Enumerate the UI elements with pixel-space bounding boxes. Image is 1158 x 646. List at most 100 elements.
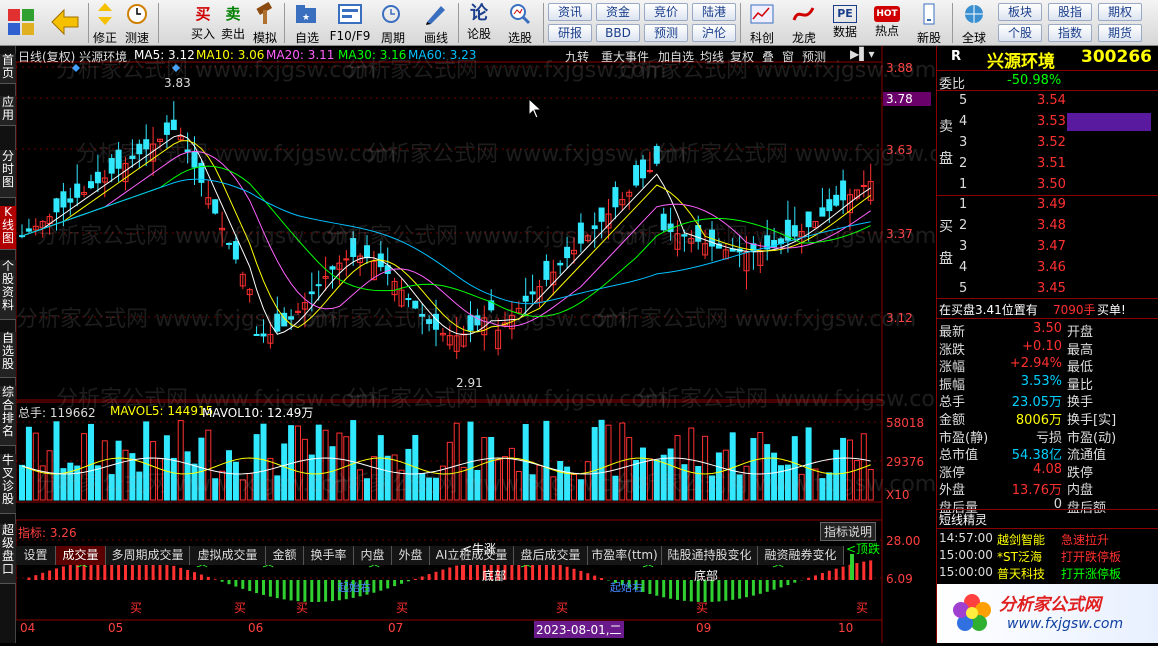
candle-body	[840, 180, 847, 201]
nav-index-futures[interactable]: 股指	[1048, 3, 1092, 21]
speed-button[interactable]: 测速	[120, 2, 154, 45]
spirit-stock-0[interactable]: 越剑智能	[997, 531, 1045, 548]
nav-hk[interactable]: 陆港	[692, 3, 736, 21]
fix-button[interactable]: 修正	[92, 2, 118, 45]
btn-forecast[interactable]: 预测	[802, 48, 826, 65]
candle-body	[253, 333, 260, 336]
side-tab-watchlist[interactable]: 自选股	[0, 332, 16, 378]
ptab-volume[interactable]: 成交量	[56, 546, 106, 565]
forum-button[interactable]: 论 论股	[462, 2, 496, 44]
ptab-settings[interactable]: 设置	[16, 546, 56, 565]
nav-auction[interactable]: 竞价	[644, 3, 688, 21]
bid-level-4: 4	[959, 260, 968, 275]
candle-body	[350, 238, 357, 257]
ptab-pe-ttm[interactable]: 市盈率(ttm)	[588, 546, 662, 565]
volume-bar	[260, 423, 267, 501]
candle-body	[67, 198, 74, 203]
f10-button[interactable]: F10/F9	[328, 2, 372, 44]
nav-news[interactable]: 资讯	[548, 3, 592, 21]
nav-options[interactable]: 期权	[1098, 3, 1142, 21]
draw-button[interactable]: 画线	[418, 2, 454, 45]
ptab-margin[interactable]: 融资融券变化	[758, 546, 844, 565]
side-tab-timeshare[interactable]: 分时图	[0, 150, 16, 198]
ptab-hk-holding[interactable]: 陆股通持股变化	[662, 546, 758, 565]
cycle-button[interactable]: 周期	[376, 2, 410, 45]
btn-major-events[interactable]: 重大事件	[601, 48, 649, 65]
indicator-help-button[interactable]: 指标说明	[820, 522, 877, 541]
f10-label: F10/F9	[329, 29, 371, 43]
kline-chart-area[interactable]: 卖买卖买卖买卖买卖买卖买卖买 日线(复权) 兴源环境 MA5: 3.12 MA1…	[15, 46, 976, 643]
nav-futures[interactable]: 期货	[1098, 24, 1142, 42]
stock-pick-button[interactable]: 选股	[502, 2, 538, 45]
volume-bar	[833, 449, 840, 501]
candle-body	[805, 211, 812, 228]
pe-icon: PE	[833, 5, 857, 23]
f10-icon	[338, 4, 362, 24]
ask-price-2: 3.51	[1037, 156, 1066, 171]
side-tab-home[interactable]: 首页	[0, 54, 16, 84]
ptab-afterhours-volume[interactable]: 盘后成交量	[514, 546, 588, 565]
ptab-amount[interactable]: 金额	[266, 546, 304, 565]
sell-button[interactable]: 卖 卖出	[218, 2, 248, 44]
chart-menu-icon[interactable]: ▶▌▾	[850, 47, 874, 61]
candle-body	[819, 207, 826, 217]
spirit-stock-1[interactable]: *ST泛海	[997, 548, 1042, 565]
grid-button[interactable]	[4, 2, 38, 44]
ptab-turnover[interactable]: 换手率	[304, 546, 354, 565]
candle-body	[467, 315, 474, 331]
back-button[interactable]	[46, 2, 84, 44]
r-marker: R	[951, 49, 962, 64]
btn-jiuzhuan[interactable]: 九转	[565, 48, 589, 65]
nav-index[interactable]: 指数	[1048, 24, 1092, 42]
volume-bar	[488, 436, 495, 501]
btn-ma[interactable]: 均线	[700, 48, 724, 65]
spirit-stock-2[interactable]: 普天科技	[997, 565, 1045, 582]
dragon-button[interactable]: 龙虎	[786, 2, 822, 45]
ptab-outer[interactable]: 外盘	[392, 546, 430, 565]
stat-label-2: 市盈(动)	[1067, 430, 1117, 446]
btn-adjust[interactable]: 复权	[730, 48, 754, 65]
ptab-multi-volume[interactable]: 多周期成交量	[106, 546, 190, 565]
candle-body	[115, 149, 122, 169]
folder-star-icon: ★	[296, 5, 316, 23]
btn-window[interactable]: 窗	[782, 48, 794, 65]
volume-bar	[384, 455, 391, 501]
brand-name: 分析家公式网	[999, 595, 1101, 615]
btn-add-watch[interactable]: 加自选	[658, 48, 694, 65]
side-tab-diagnosis[interactable]: 牛叉诊股	[0, 454, 16, 514]
main-toolbar: 修正 测速 买 买入 卖 卖出 模拟 ★ 自选 F10/F9 周期 画线 论 论…	[0, 0, 1158, 46]
ptab-virtual-volume[interactable]: 虚拟成交量	[190, 546, 266, 565]
side-tab-profile[interactable]: 个股资料	[0, 260, 16, 320]
mavol10-legend: MAVOL10: 12.49万	[202, 406, 314, 420]
side-tab-kline[interactable]: K线图	[0, 206, 16, 250]
side-tab-superdisk[interactable]: 超级盘口	[0, 524, 16, 584]
candle-body	[522, 295, 529, 302]
nav-stock[interactable]: 个股	[998, 24, 1042, 42]
hot-button[interactable]: HOT 热点	[868, 2, 906, 44]
volume-bar	[715, 452, 722, 501]
watchlist-button[interactable]: ★ 自选	[290, 2, 324, 45]
nav-bbd[interactable]: BBD	[596, 24, 640, 42]
ptab-inner[interactable]: 内盘	[354, 546, 392, 565]
data-button[interactable]: PE 数据	[826, 2, 864, 44]
kechuang-icon	[750, 4, 774, 24]
nav-report[interactable]: 研报	[548, 24, 592, 42]
newstock-button[interactable]: 新股	[910, 2, 948, 45]
global-button[interactable]: 全球	[956, 2, 992, 45]
buy-button[interactable]: 买 买入	[188, 2, 218, 44]
volume-bar	[281, 443, 288, 501]
signal-label: 买	[234, 601, 246, 615]
signal-label: 买	[130, 601, 142, 615]
candle-body	[653, 146, 660, 164]
annot-top: <顶跌	[846, 542, 881, 556]
nav-shlondon[interactable]: 沪伦	[692, 24, 736, 42]
side-tab-apps[interactable]: 应用	[0, 96, 16, 126]
btn-overlay[interactable]: 叠	[762, 48, 774, 65]
nav-fund[interactable]: 资金	[596, 3, 640, 21]
kechuang-button[interactable]: 科创	[744, 2, 780, 45]
side-tab-ranking[interactable]: 综合排名	[0, 386, 16, 446]
nav-forecast[interactable]: 预测	[644, 24, 688, 42]
simulate-button[interactable]: 模拟	[250, 1, 280, 45]
volume-bar	[550, 476, 557, 501]
nav-sector[interactable]: 板块	[998, 3, 1042, 21]
